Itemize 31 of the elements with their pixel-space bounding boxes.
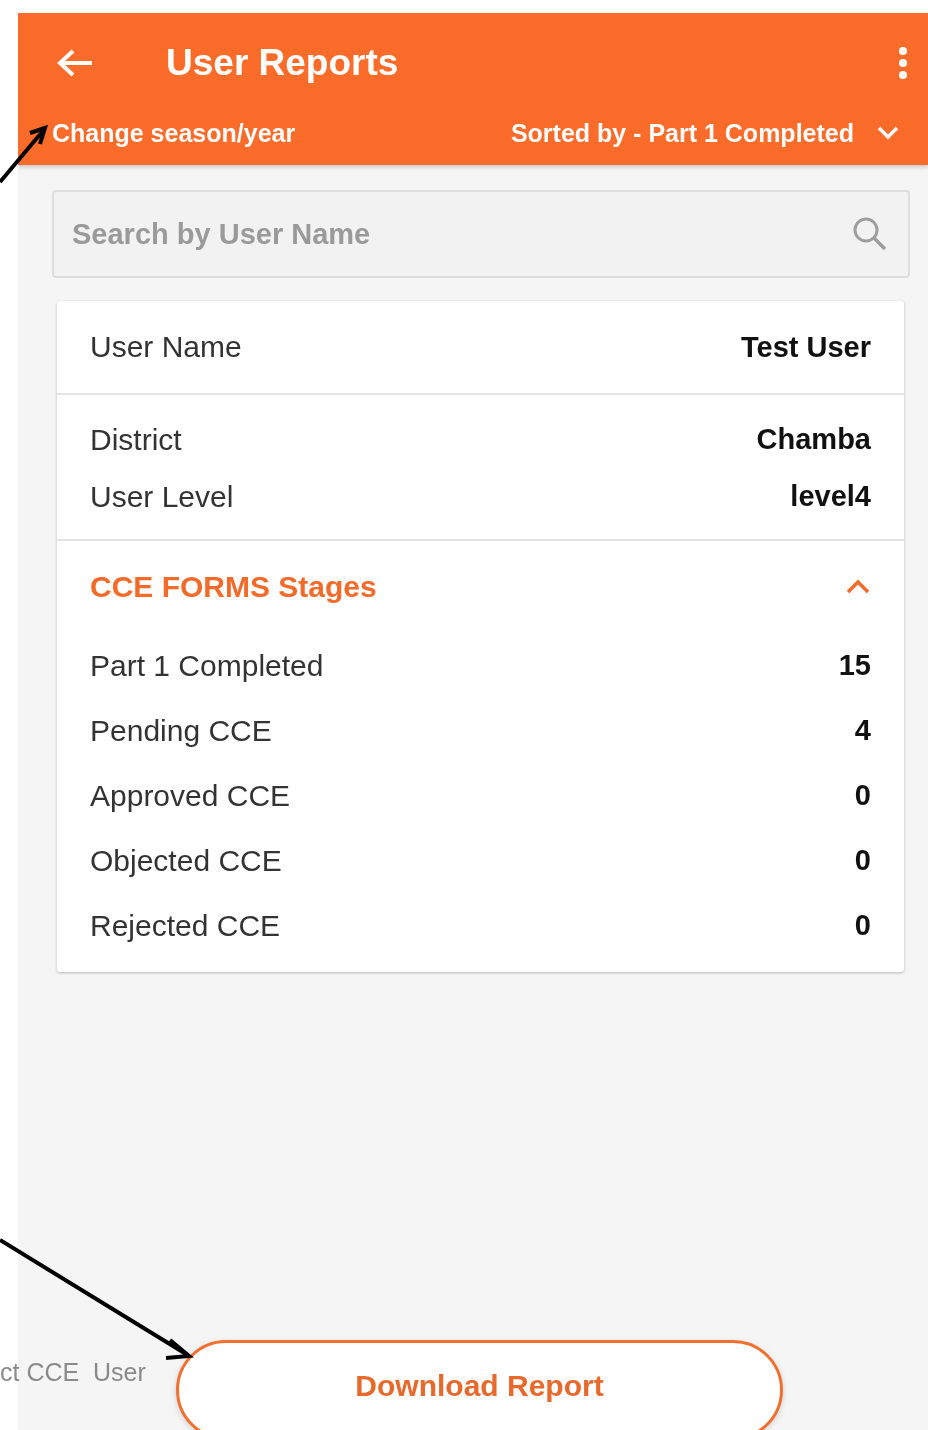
search-bar[interactable]: Search by User Name — [52, 190, 910, 278]
back-icon[interactable] — [56, 48, 94, 78]
stage-count: 15 — [838, 649, 871, 682]
sort-dropdown[interactable]: Sorted by - Part 1 Completed — [510, 118, 900, 148]
stage-count: 4 — [854, 714, 871, 747]
stage-label: Part 1 Completed — [90, 648, 324, 683]
stage-label: Pending CCE — [90, 713, 272, 748]
screen-title: User Reports — [166, 42, 400, 84]
field-value: Chamba — [756, 423, 871, 456]
chevron-down-icon[interactable] — [876, 125, 900, 141]
field-value: level4 — [790, 480, 871, 513]
search-icon[interactable] — [852, 216, 888, 252]
stages-header[interactable]: CCE FORMS Stages — [90, 541, 871, 633]
more-options-icon[interactable] — [898, 46, 908, 80]
search-field[interactable]: Search by User Name — [70, 216, 852, 252]
field-label: User Level — [90, 479, 234, 514]
stage-count: 0 — [854, 909, 871, 942]
stage-count: 0 — [854, 844, 871, 877]
field-value: Test User — [740, 330, 871, 364]
stage-label: Objected CCE — [90, 843, 282, 878]
stage-count: 0 — [854, 779, 871, 812]
download-report-button[interactable]: Download Report — [176, 1340, 783, 1430]
change-season-link[interactable]: Change season/year — [52, 118, 296, 148]
caption-text: ct CCE User — [0, 1358, 146, 1387]
annotation-arrow — [0, 124, 49, 184]
chevron-icon[interactable] — [845, 578, 871, 596]
stage-label: Rejected CCE — [90, 908, 281, 943]
field-label: District — [90, 422, 182, 457]
field-label: User Name — [90, 330, 242, 364]
section-title: CCE FORMS Stages — [90, 570, 377, 604]
stage-label: Approved CCE — [90, 778, 291, 813]
